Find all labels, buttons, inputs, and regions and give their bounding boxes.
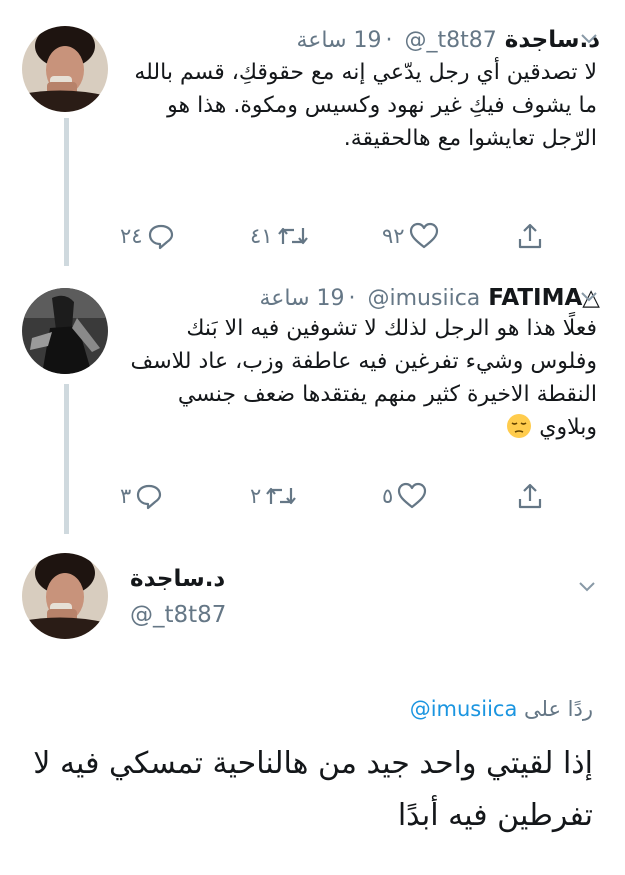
reply-count: ٣ [120, 484, 132, 508]
thread-line [64, 118, 69, 266]
retweet-button[interactable]: ٢ [250, 479, 297, 513]
tweet-actions: ٢٤ ٤١ ٩٢ [110, 219, 565, 253]
reply-icon [148, 224, 173, 250]
heart-icon [398, 482, 427, 509]
retweet-icon [277, 227, 308, 245]
replying-label: ردًا على [524, 697, 593, 721]
avatar[interactable] [22, 26, 108, 112]
tweet-header: △FATIMA @imusiica · 19 ساعة [130, 281, 600, 315]
display-name[interactable]: د.ساجدة [130, 566, 290, 592]
avatar[interactable] [22, 288, 108, 374]
heart-icon [409, 222, 438, 249]
tweet-text: إذا لقيتي واحد جيد من هالناحية تمسكي فيه… [33, 746, 593, 833]
timestamp[interactable]: 19 ساعة [259, 286, 344, 311]
tweet-thread: د.ساجدة @_t8t87 · 19 ساعة لا تصدقين أي ر… [0, 0, 625, 875]
retweet-count: ٤١ [250, 224, 273, 248]
chevron-down-icon[interactable] [578, 27, 600, 49]
timestamp[interactable]: 19 ساعة [296, 28, 381, 53]
retweet-icon [266, 487, 297, 505]
chevron-down-icon[interactable] [576, 575, 598, 601]
tweet-actions: ٣ ٢ ٥ [110, 479, 565, 513]
reply-button[interactable]: ٢٤ [120, 219, 175, 253]
tweet-text: لا تصدقين أي رجل يدّعي إنه مع حقوقكِ، قس… [134, 60, 597, 151]
avatar[interactable] [22, 553, 108, 639]
share-icon [518, 483, 542, 509]
pensive-face-icon [506, 413, 532, 439]
tweet-header: د.ساجدة @_t8t87 · 19 ساعة [130, 23, 600, 57]
retweet-count: ٢ [250, 484, 262, 508]
like-button[interactable]: ٥ [382, 479, 427, 513]
share-button[interactable] [516, 219, 544, 253]
mention-link[interactable]: @imusiica [410, 697, 518, 721]
share-button[interactable] [516, 479, 544, 513]
separator-dot: · [385, 27, 393, 53]
reply-count: ٢٤ [120, 224, 143, 248]
handle[interactable]: @_t8t87 [405, 28, 497, 53]
separator-dot: · [348, 285, 356, 311]
reply-button[interactable]: ٣ [120, 479, 163, 513]
reply-icon [137, 484, 162, 510]
handle[interactable]: @imusiica [368, 286, 481, 311]
share-icon [518, 223, 542, 249]
handle[interactable]: @_t8t87 [130, 602, 226, 628]
chevron-down-icon[interactable] [578, 285, 600, 307]
thread-line [64, 384, 69, 534]
tweet-text: فعلًا هذا هو الرجل لذلك لا تشوفين فيه ال… [130, 316, 597, 440]
like-button[interactable]: ٩٢ [382, 219, 439, 253]
replying-to: ردًا على @imusiica [410, 697, 593, 721]
retweet-button[interactable]: ٤١ [250, 219, 309, 253]
like-count: ٥ [382, 484, 394, 508]
like-count: ٩٢ [382, 224, 405, 248]
